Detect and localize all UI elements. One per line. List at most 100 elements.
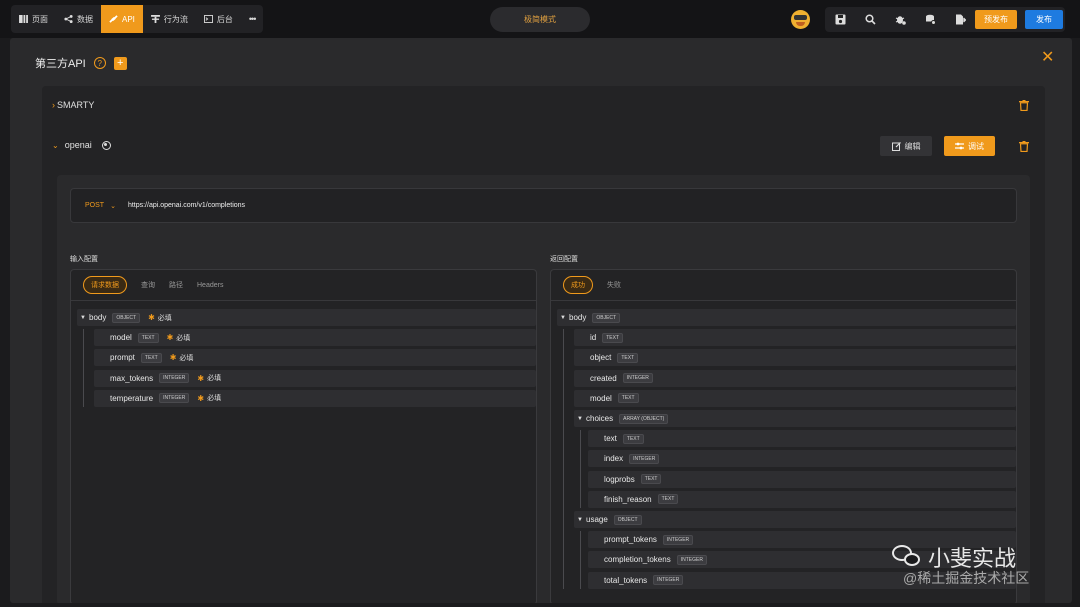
type-badge: INTEGER [629, 453, 660, 464]
tree-row[interactable]: temperature INTEGER ✱ 必填 [94, 389, 536, 407]
required-asterisk-icon: ✱ [148, 313, 155, 322]
required-asterisk-icon: ✱ [166, 333, 174, 343]
field-name: index [604, 454, 624, 464]
type-badge: INTEGER [653, 575, 684, 586]
tree-row[interactable]: ▼ body OBJECT [557, 309, 1016, 326]
required-asterisk-icon: ✱ [197, 373, 205, 383]
input-config-label: 输入配置 [70, 256, 98, 263]
page-icon [19, 15, 28, 23]
nav-item-label: 数据 [77, 14, 93, 24]
tree-row[interactable]: logprobs TEXT [588, 470, 1016, 488]
api-item-smarty[interactable]: › SMARTY [52, 100, 94, 110]
close-icon[interactable]: ✕ [1041, 47, 1054, 67]
search-button[interactable] [855, 7, 885, 32]
type-badge: TEXT [640, 474, 662, 485]
debug-api-button[interactable]: 调试 [944, 136, 995, 156]
api-detail-panel: POST ⌄ https://api.openai.com/v1/complet… [57, 175, 1030, 603]
debug-button[interactable] [885, 7, 915, 32]
help-icon[interactable]: ? [93, 57, 106, 69]
field-name: finish_reason [604, 494, 652, 504]
edit-button[interactable]: 编辑 [880, 136, 932, 156]
link-icon [109, 15, 118, 23]
third-party-api-modal: 第三方API ? + ✕ › SMARTY ⌄ openai 编辑 调试 POST… [10, 38, 1072, 603]
api-name: openai [64, 140, 92, 150]
required-label: 必填 [179, 354, 194, 362]
field-name: usage [586, 515, 608, 524]
tree-row[interactable]: text TEXT [588, 430, 1016, 448]
nav-item-flow[interactable]: 行为流 [143, 5, 196, 33]
add-api-button[interactable]: + [113, 56, 127, 70]
tab-failure[interactable]: 失败 [607, 280, 621, 290]
input-tabs: 请求数据 查询 路径 Headers [71, 270, 536, 301]
database-gear-icon [925, 14, 936, 25]
tree-guide-line [563, 329, 564, 589]
type-badge: TEXT [657, 494, 679, 505]
field-name: prompt_tokens [604, 535, 657, 545]
required-label: 必填 [157, 314, 172, 322]
required-asterisk-icon: ✱ [197, 393, 205, 403]
tree-row[interactable]: created INTEGER [574, 369, 1016, 387]
api-item-openai[interactable]: ⌄ openai [52, 140, 111, 150]
url-field[interactable]: https://api.openai.com/v1/completions [128, 202, 245, 209]
caret-down-icon[interactable]: ▼ [574, 416, 586, 422]
field-name: completion_tokens [604, 555, 671, 565]
pre-publish-button[interactable]: 预发布 [975, 10, 1017, 29]
field-name: temperature [110, 393, 154, 403]
tree-row[interactable]: finish_reason TEXT [588, 490, 1016, 508]
type-badge: OBJECT [112, 312, 141, 323]
mode-toggle[interactable]: 极简模式 [490, 7, 590, 32]
required-label: 必填 [207, 395, 222, 403]
tree-row[interactable]: model TEXT [574, 389, 1016, 407]
nav-item-console[interactable]: 后台 [196, 5, 241, 33]
nav-item-api[interactable]: API [101, 5, 143, 33]
save-icon [835, 14, 845, 25]
publish-button[interactable]: 发布 [1025, 10, 1063, 29]
field-name: text [604, 434, 617, 444]
chevron-down-icon[interactable]: ⌄ [110, 202, 116, 210]
trash-icon[interactable] [1019, 141, 1029, 152]
tab-headers[interactable]: Headers [197, 282, 223, 289]
required-label: 必填 [176, 334, 191, 342]
tab-query[interactable]: 查询 [141, 280, 155, 290]
tab-success[interactable]: 成功 [563, 276, 593, 294]
tree-row[interactable]: model TEXT ✱ 必填 [94, 329, 536, 347]
tree-row[interactable]: object TEXT [574, 349, 1016, 367]
database-settings-button[interactable] [915, 7, 945, 32]
method-select[interactable]: POST [85, 202, 104, 209]
tree-row[interactable]: ▼ body OBJECT ✱ 必填 [77, 309, 536, 326]
nav-item-data[interactable]: 数据 [56, 5, 101, 33]
tree-guide-line [83, 329, 84, 407]
tree-row[interactable]: ▼ usage OBJECT [574, 511, 1016, 528]
api-name: SMARTY [57, 100, 95, 110]
tab-path[interactable]: 路径 [169, 280, 183, 290]
nav-item-page[interactable]: 页面 [11, 5, 56, 33]
share-nodes-icon [64, 15, 73, 23]
tree-row[interactable]: ▼ choices ARRAY (OBJECT) [574, 410, 1016, 427]
tree-row[interactable]: index INTEGER [588, 450, 1016, 468]
watermark-subtitle: @稀土掘金技术社区 [903, 570, 1030, 586]
tree-row[interactable]: prompt TEXT ✱ 必填 [94, 349, 536, 367]
tree-row[interactable]: id TEXT [574, 329, 1016, 347]
field-name: prompt [110, 353, 135, 363]
request-bar: POST ⌄ https://api.openai.com/v1/complet… [70, 188, 1017, 223]
save-button[interactable] [825, 7, 855, 32]
trash-icon[interactable] [1019, 100, 1029, 111]
chevron-right-icon: › [52, 100, 55, 110]
avatar[interactable] [791, 10, 810, 29]
type-badge: OBJECT [613, 514, 642, 525]
caret-down-icon[interactable]: ▼ [77, 315, 89, 321]
caret-down-icon[interactable]: ▼ [557, 315, 569, 321]
caret-down-icon[interactable]: ▼ [574, 517, 586, 523]
modal-header: 第三方API ? + [35, 55, 127, 71]
settings-icon[interactable] [101, 140, 111, 150]
output-tabs: 成功 失败 [551, 270, 1016, 301]
nav-item-label: API [122, 14, 135, 24]
tab-request-data[interactable]: 请求数据 [83, 276, 127, 294]
more-menu-button[interactable]: ••• [241, 5, 263, 33]
api-list: › SMARTY ⌄ openai 编辑 调试 POST ⌄ https://ap… [42, 86, 1045, 603]
main-nav: 页面 数据 API 行为流 后台 ••• [11, 5, 264, 33]
output-config-label: 返回配置 [550, 256, 578, 263]
export-button[interactable] [945, 7, 975, 32]
edit-icon [891, 141, 901, 151]
tree-row[interactable]: max_tokens INTEGER ✱ 必填 [94, 369, 536, 387]
